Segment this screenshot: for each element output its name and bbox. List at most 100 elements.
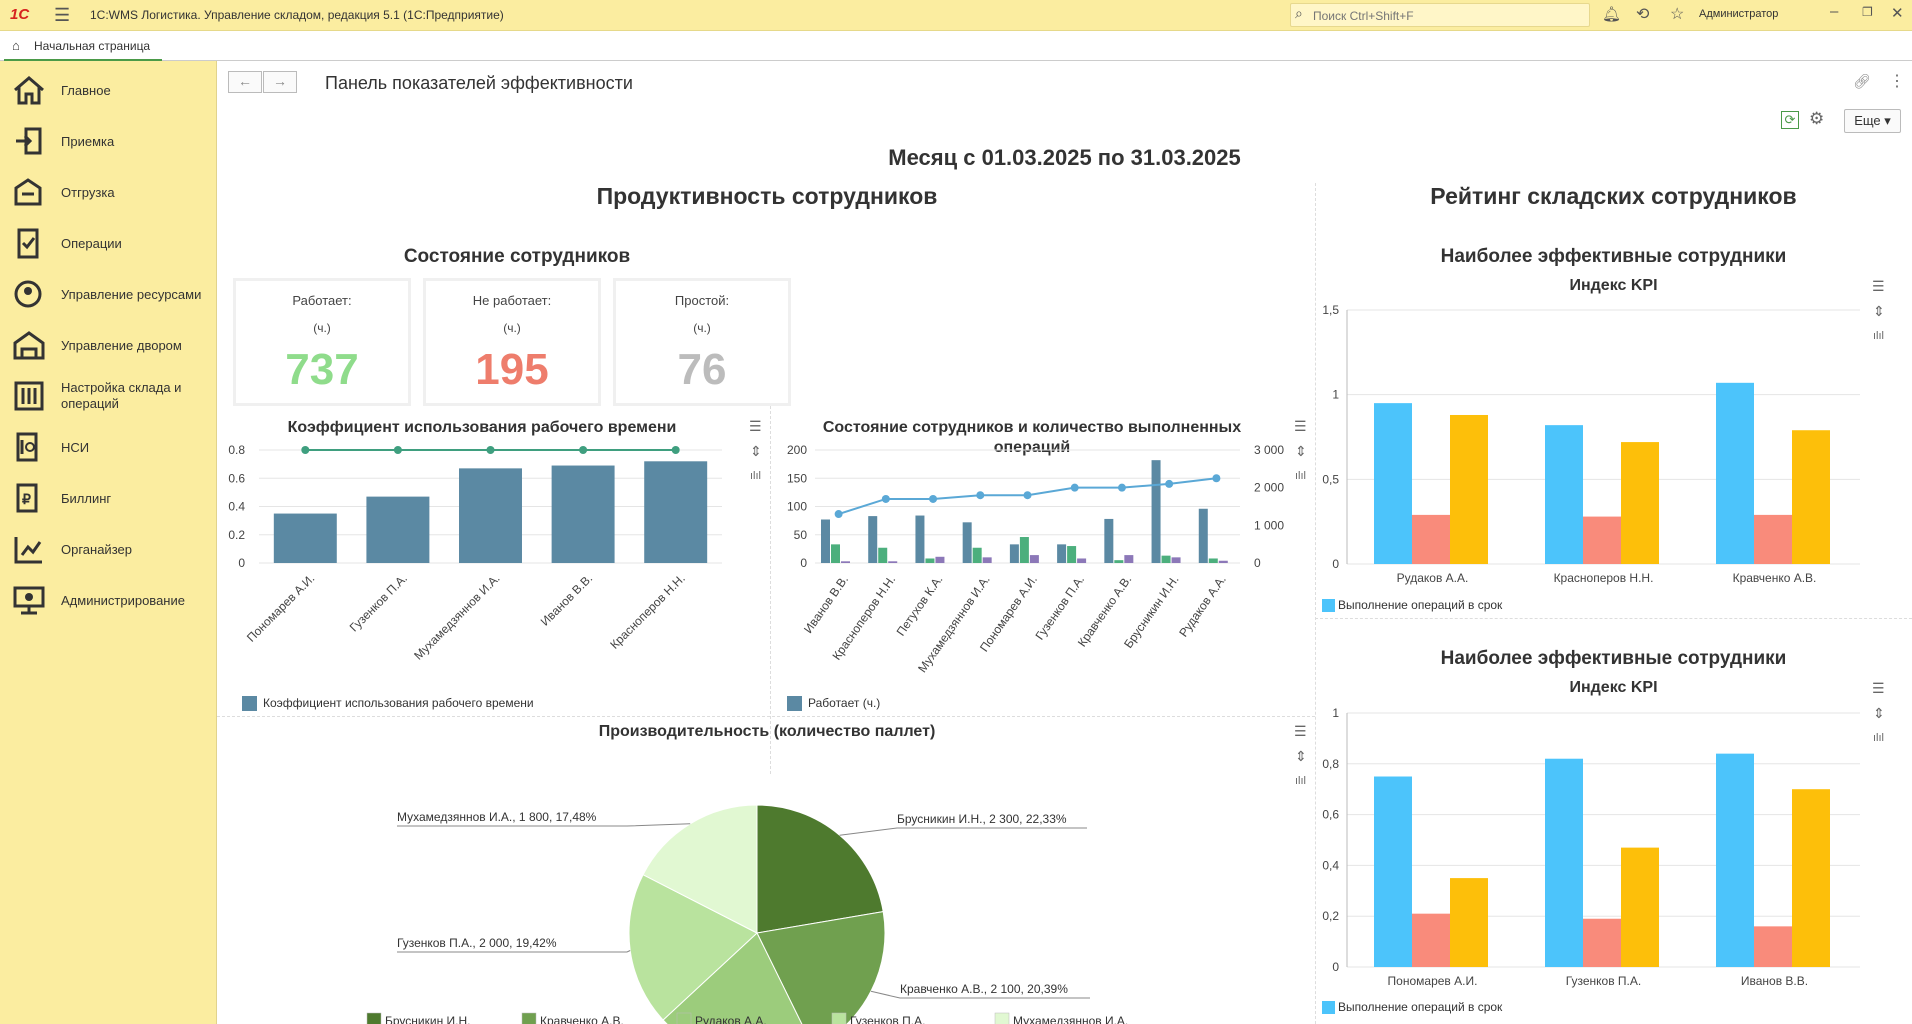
- sidebar-item-label: Отгрузка: [61, 185, 115, 200]
- x-tick-label: Пономарев А.И.: [244, 571, 317, 644]
- pie-chart-title: Производительность (количество паллет): [598, 723, 936, 740]
- history-icon[interactable]: ⟲: [1636, 4, 1649, 24]
- bell-icon[interactable]: 🔔︎: [1602, 5, 1621, 23]
- legend-label: Рудаков А.А.: [695, 1014, 767, 1024]
- sidebar-item-nsi[interactable]: НСИ: [0, 422, 217, 472]
- chart-type-icon[interactable]: ılıl: [1873, 731, 1884, 745]
- status-chart-legend: Работает (ч.): [787, 696, 880, 712]
- search-icon: ⌕: [1295, 5, 1303, 21]
- title-bar: 1С ☰ 1С:WMS Логистика. Управление складо…: [0, 0, 1912, 31]
- bar: [1218, 560, 1228, 563]
- receiving-icon: [16, 127, 42, 155]
- x-tick-label: Гузенков П.А.: [1566, 974, 1641, 988]
- sidebar-item-warehouse-settings[interactable]: Настройка склада и операций: [0, 371, 217, 421]
- pie-label: Брусникин И.Н., 2 300, 22,33%: [897, 812, 1067, 826]
- bar: [1583, 918, 1621, 967]
- svg-text:₽: ₽: [22, 491, 31, 507]
- bar: [459, 468, 522, 563]
- y2-tick-label: 3 000: [1254, 443, 1284, 457]
- right-section-title: Рейтинг складских сотрудников: [1430, 183, 1797, 209]
- more-button[interactable]: Еще ▾: [1844, 109, 1901, 133]
- search-box[interactable]: ⌕: [1290, 3, 1590, 27]
- chart-settings-icon[interactable]: ☰: [1294, 419, 1307, 433]
- user-name[interactable]: Администратор: [1699, 8, 1778, 20]
- chart-settings-icon[interactable]: ☰: [1294, 724, 1307, 738]
- sidebar-item-admin[interactable]: Администрирование: [0, 575, 217, 625]
- bar: [1161, 555, 1171, 563]
- sidebar-item-yard[interactable]: Управление двором: [0, 320, 217, 370]
- chart-settings-icon[interactable]: ☰: [1872, 279, 1885, 293]
- sidebar-item-label: Управление ресурсами: [61, 287, 202, 302]
- chart-sort-icon[interactable]: ⇕: [750, 444, 762, 458]
- kpi1-legend: Выполнение операций в срок: [1322, 598, 1502, 613]
- pie-label: Гузенков П.А., 2 000, 19,42%: [397, 936, 557, 950]
- sidebar-item-billing[interactable]: ₽ Биллинг: [0, 473, 217, 523]
- tab-home-label: Начальная страница: [34, 39, 151, 53]
- sidebar-item-main[interactable]: Главное: [0, 65, 217, 115]
- back-button[interactable]: ←: [228, 71, 262, 93]
- y-tick-label: 0,2: [1322, 909, 1339, 923]
- tab-home[interactable]: ⌂ Начальная страница: [4, 33, 163, 61]
- chart-sort-icon[interactable]: ⇕: [1873, 304, 1885, 318]
- minimize-icon[interactable]: –: [1830, 3, 1838, 20]
- chart-type-icon[interactable]: ılıl: [1873, 329, 1884, 343]
- restore-icon[interactable]: ❐: [1862, 5, 1873, 19]
- bar: [821, 519, 830, 563]
- chart-settings-icon[interactable]: ☰: [1872, 681, 1885, 695]
- resources-icon: [14, 280, 42, 308]
- chart-sort-icon[interactable]: ⇕: [1295, 444, 1307, 458]
- sidebar-item-operations[interactable]: Операции: [0, 218, 217, 268]
- more-button-label: Еще: [1854, 113, 1881, 128]
- card-label: Простой:: [674, 293, 730, 308]
- link-icon[interactable]: 🔗︎: [1853, 73, 1871, 90]
- bar: [841, 561, 850, 563]
- main-menu-icon[interactable]: ☰: [54, 5, 70, 26]
- line-point: [976, 491, 985, 500]
- x-tick-label: Петухов К.А.: [894, 573, 946, 639]
- refresh-icon[interactable]: ⟳: [1781, 111, 1799, 129]
- bar: [1198, 508, 1208, 563]
- legend-swatch: [994, 1012, 1010, 1024]
- sidebar-item-resources[interactable]: Управление ресурсами: [0, 269, 217, 319]
- chart-sort-icon[interactable]: ⇕: [1295, 749, 1307, 763]
- line-point: [301, 446, 310, 454]
- forward-button[interactable]: →: [263, 71, 297, 93]
- chart-sort-icon[interactable]: ⇕: [1873, 706, 1885, 720]
- kebab-menu-icon[interactable]: ⋮: [1889, 71, 1905, 91]
- chart-settings-icon[interactable]: ☰: [749, 419, 762, 433]
- line-point: [1212, 474, 1221, 483]
- sidebar-item-receiving[interactable]: Приемка: [0, 116, 217, 166]
- card-value: 737: [285, 345, 359, 394]
- y-tick-label: 100: [787, 500, 807, 514]
- close-icon[interactable]: ✕: [1891, 4, 1904, 22]
- star-icon[interactable]: ☆: [1670, 4, 1684, 24]
- legend-label: Кравченко А.В.: [540, 1014, 624, 1024]
- bar: [1077, 558, 1087, 563]
- chart-type-icon[interactable]: ılıl: [1295, 774, 1306, 788]
- sidebar-item-label: Органайзер: [61, 542, 132, 557]
- 1c-logo-icon[interactable]: 1С: [10, 6, 29, 23]
- bar: [1067, 546, 1077, 563]
- bar: [868, 516, 878, 563]
- card-value: 76: [677, 345, 727, 394]
- search-input[interactable]: [1313, 7, 1583, 24]
- line-point: [1023, 491, 1032, 500]
- status-card-not-working: Не работает: (ч.) 195: [423, 278, 601, 406]
- chart-type-icon[interactable]: ılıl: [1295, 469, 1306, 483]
- line-point: [929, 494, 938, 503]
- chart-type-icon[interactable]: ılıl: [750, 469, 761, 483]
- bar: [1171, 557, 1181, 563]
- y2-tick-label: 2 000: [1254, 481, 1284, 495]
- sidebar-item-organizer[interactable]: Органайзер: [0, 524, 217, 574]
- line-point: [1070, 483, 1079, 492]
- bar: [1412, 913, 1450, 967]
- legend-label: Брусникин И.Н.: [385, 1014, 470, 1024]
- x-tick-label: Иванов В.В.: [538, 571, 595, 628]
- bar: [925, 558, 935, 563]
- bar: [1792, 430, 1830, 564]
- content-area: ← → Панель показателей эффективности 🔗︎ …: [217, 61, 1912, 1024]
- gear-icon[interactable]: ⚙: [1809, 109, 1824, 129]
- bar: [1621, 847, 1659, 967]
- sidebar-item-shipping[interactable]: Отгрузка: [0, 167, 217, 217]
- billing-icon: ₽: [16, 483, 38, 513]
